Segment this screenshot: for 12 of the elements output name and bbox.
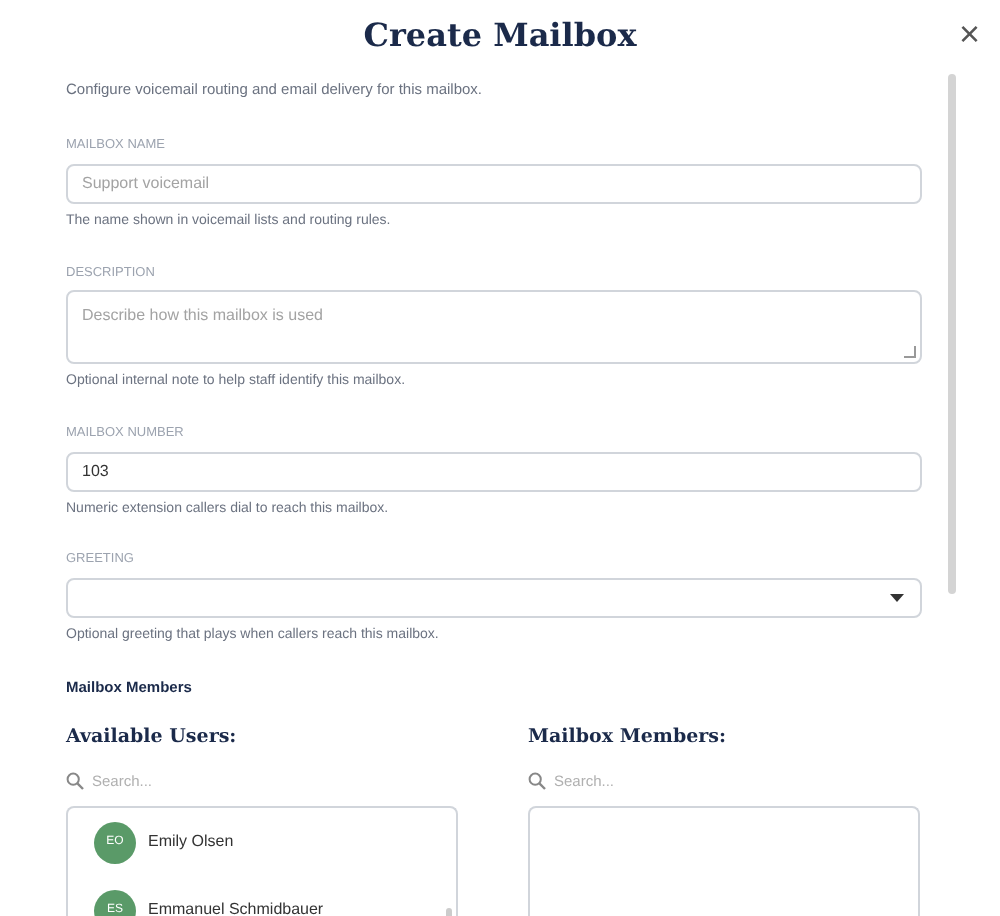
- scrollbar[interactable]: [948, 74, 956, 594]
- input-field[interactable]: 103: [66, 451, 922, 491]
- search-icon: [66, 772, 84, 791]
- list-heading: Available Users:: [66, 723, 239, 751]
- user-name[interactable]: Emmanuel Schmidbauer: [148, 898, 324, 916]
- caret-icon: [890, 593, 904, 602]
- list-heading: Mailbox Members:: [528, 723, 728, 751]
- search-icon: [528, 772, 546, 791]
- user-name[interactable]: Emily Olsen: [148, 830, 234, 855]
- greeting-dropdown[interactable]: [66, 577, 922, 618]
- dialog-title: Create Mailbox: [363, 14, 637, 58]
- close-button[interactable]: ×: [958, 16, 980, 52]
